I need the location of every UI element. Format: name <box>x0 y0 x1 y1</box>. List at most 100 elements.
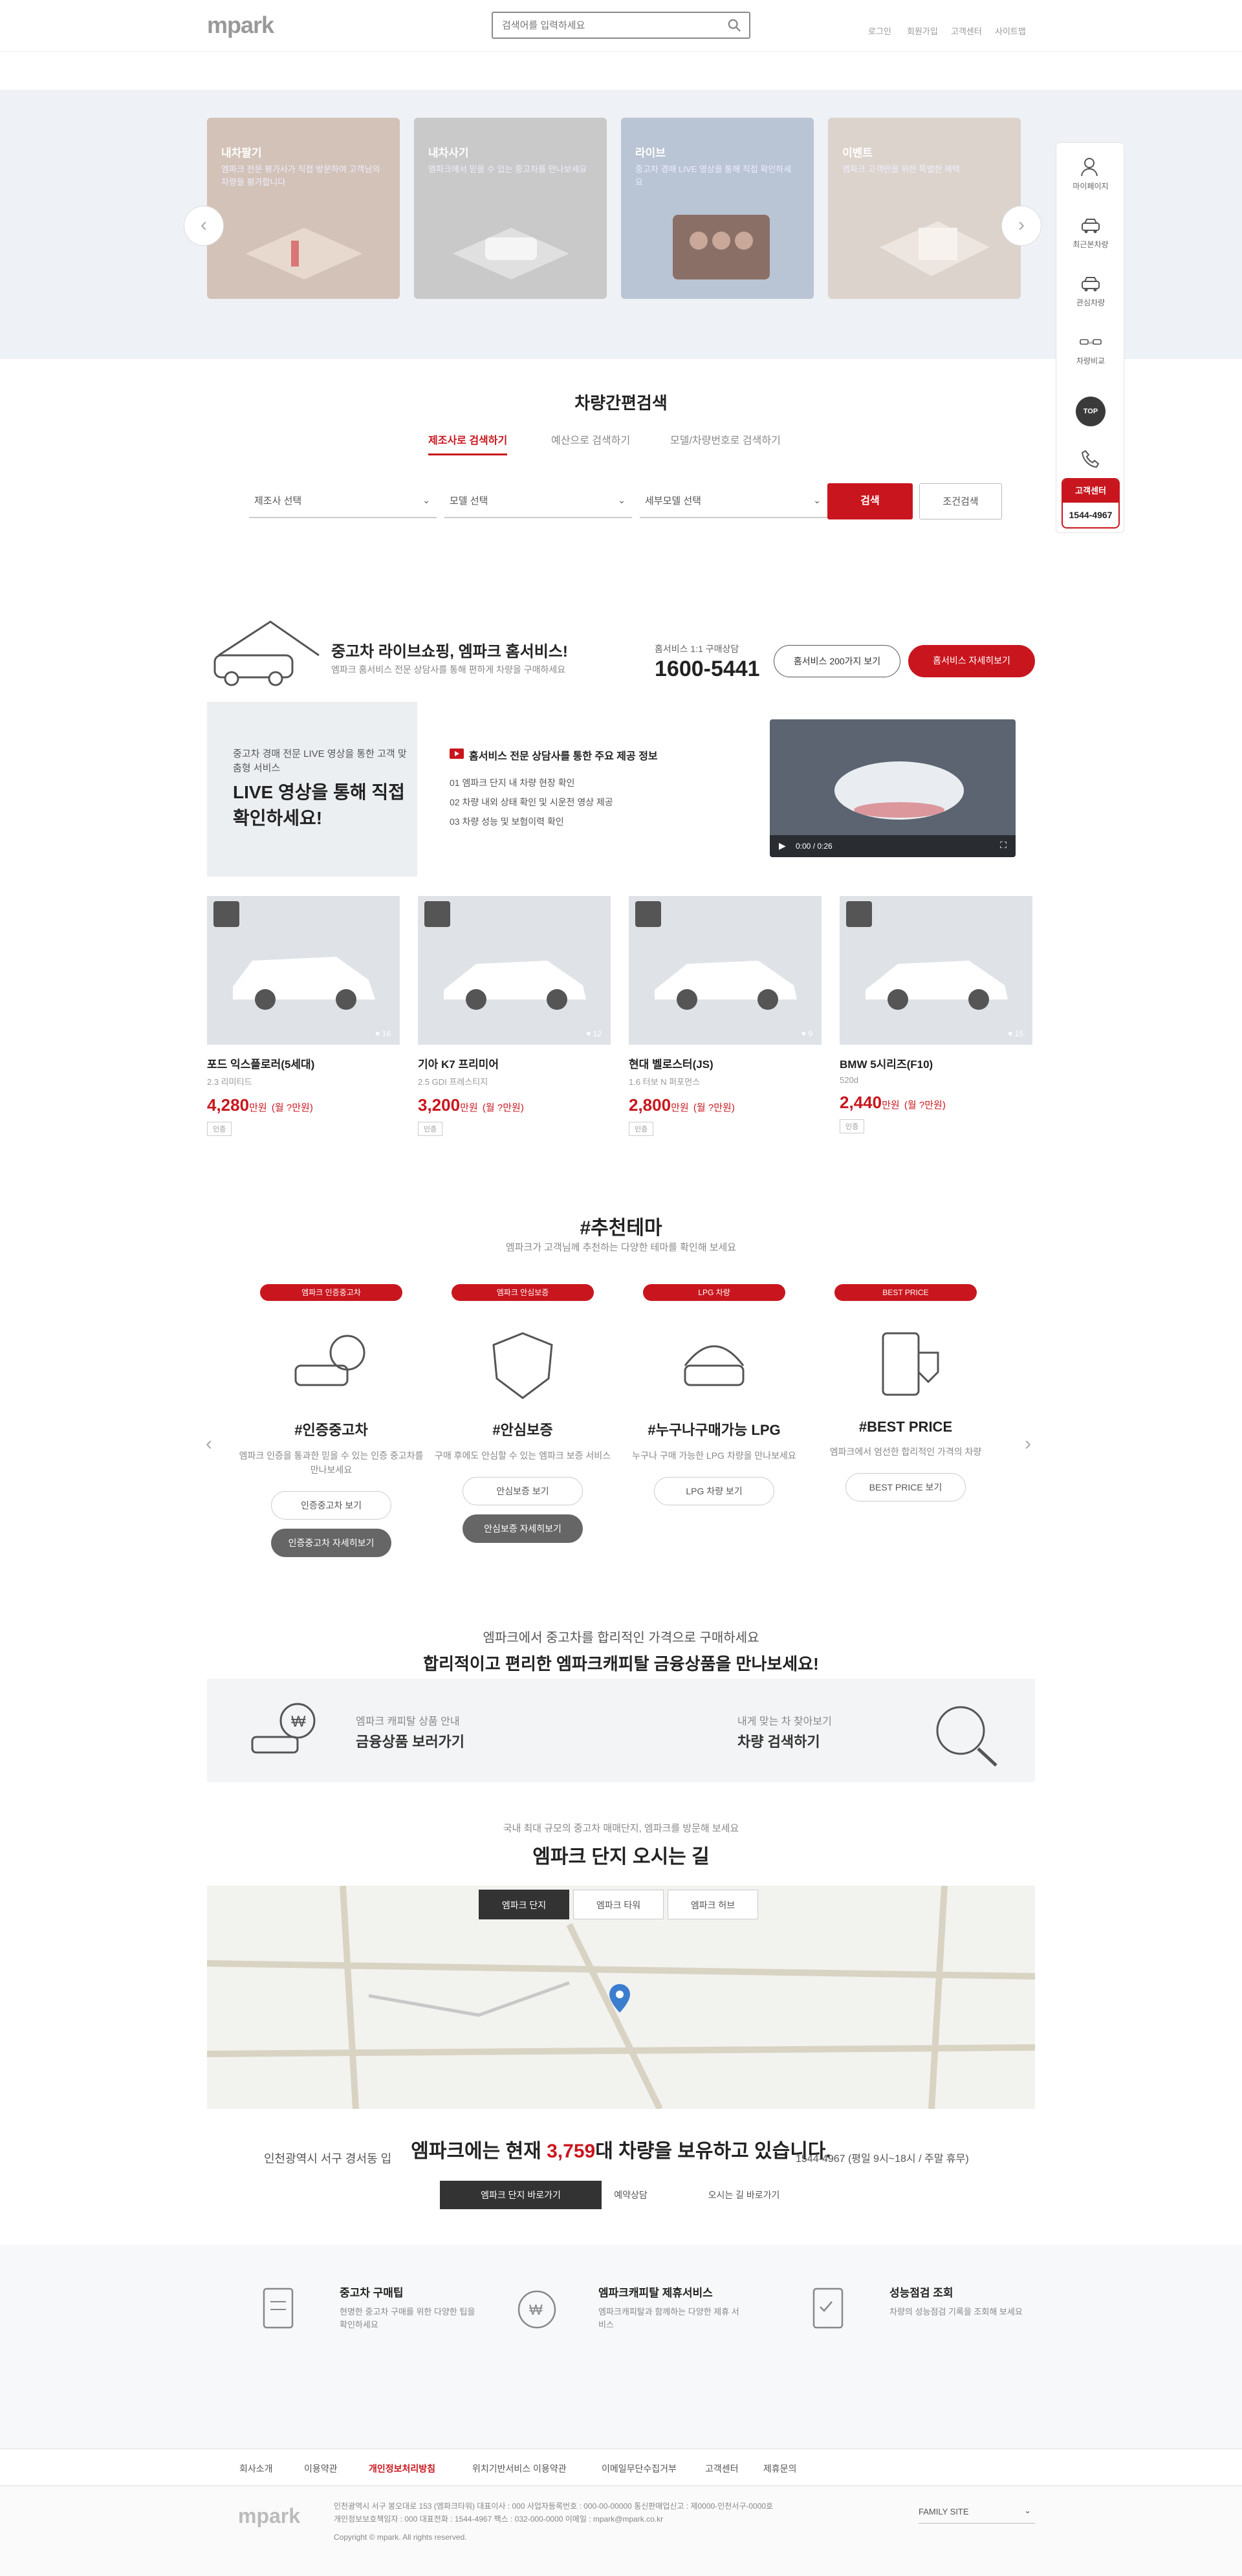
side-item-label: 관심차량 <box>1076 298 1106 307</box>
service-desc: 엠파크캐피탈과 함께하는 다양한 제휴 서비스 <box>598 2307 739 2330</box>
banner-illustration <box>880 221 990 276</box>
map-tab[interactable]: 엠파크 타워 <box>573 1890 664 1919</box>
tab-model-number[interactable]: 모델/차량번호로 검색하기 <box>670 431 781 453</box>
banner-card[interactable]: 이벤트 엠파크 고객만을 위한 특별한 혜택 <box>828 118 1021 299</box>
car-card[interactable]: ♥ 12 기아 K7 프리미어 2.5 GDI 프레스티지 3,200만원 (월… <box>418 896 611 1136</box>
util-cs[interactable]: 고객센터 <box>951 25 982 37</box>
footer-link[interactable]: 이메일무단수집거부 <box>602 2462 677 2475</box>
footer-link[interactable]: 이용약관 <box>304 2462 338 2475</box>
family-site-select[interactable]: FAMILY SITE ⌄ <box>919 2500 1035 2524</box>
util-login[interactable]: 로그인 <box>868 25 891 37</box>
home-service-tel: 1600-5441 <box>655 657 760 681</box>
like-count[interactable]: ♥ 9 <box>801 1029 812 1038</box>
play-icon[interactable]: ▶ <box>779 840 786 851</box>
banner-next-button[interactable]: › <box>1001 206 1041 246</box>
partner-icon: ₩ <box>518 2290 556 2329</box>
recommend-sub: 엠파크가 고객님께 추천하는 다양한 테마를 확인해 보세요 <box>505 1242 737 1253</box>
customer-center-box[interactable]: 고객센터 1544-4967 <box>1062 478 1120 529</box>
banner-card-sub: 엠파크 고객만을 위한 특별한 혜택 <box>842 164 960 174</box>
search-input[interactable] <box>493 13 706 38</box>
banner-card[interactable]: 라이브 중고차 경매 LIVE 영상을 통해 직접 확인하세요 <box>621 118 814 299</box>
home-service-detail-button[interactable]: 홈서비스 자세히보기 <box>908 645 1035 677</box>
like-count[interactable]: ♥ 15 <box>1008 1029 1023 1038</box>
recommend-prev-button[interactable]: ‹ <box>206 1433 212 1455</box>
map-tab[interactable]: 엠파크 허브 <box>668 1890 758 1919</box>
svg-text:₩: ₩ <box>291 1713 306 1730</box>
like-count[interactable]: ♥ 16 <box>375 1029 391 1038</box>
chevron-down-icon: ⌄ <box>422 495 430 505</box>
side-item-recent[interactable]: 최근본차량 <box>1056 215 1125 250</box>
banner-card[interactable]: 내차팔기 엠파크 전문 평가사가 직접 방문하여 고객님의 차량을 평가합니다 <box>207 118 400 299</box>
side-item-compare[interactable]: vs 차량비교 <box>1056 332 1125 366</box>
finance-right-small: 내게 맞는 차 찾아보기 <box>737 1716 832 1727</box>
document-icon <box>263 2287 294 2329</box>
car-card[interactable]: ♥ 16 포드 익스플로러(5세대) 2.3 리미티드 4,280만원 (월 ?… <box>207 896 400 1136</box>
footer-link[interactable]: 제휴문의 <box>763 2462 797 2475</box>
footer-logo: mpark <box>238 2504 301 2527</box>
submodel-select-value: 세부모델 선택 <box>645 496 701 507</box>
location-map[interactable]: 엠파크 단지 엠파크 타워 엠파크 허브 <box>207 1886 1035 2109</box>
search-button[interactable]: 검색 <box>827 483 913 519</box>
magnifier-car-icon <box>936 1706 997 1767</box>
banner-illustration <box>453 228 569 279</box>
address-label: 인천광역시 서구 경서동 입 <box>264 2152 392 2165</box>
directions-button[interactable]: 오시는 길 바로가기 <box>692 2181 796 2209</box>
car-card[interactable]: ♥ 15 BMW 5시리즈(F10) 520d 2,440만원 (월 ?만원) … <box>840 896 1032 1133</box>
banner-card[interactable]: 내차사기 엠파크에서 믿을 수 있는 중고차를 만나보세요 <box>414 118 607 299</box>
home-service-list-button[interactable]: 홈서비스 200가지 보기 <box>774 645 900 677</box>
fullscreen-icon[interactable]: ⛶ <box>1000 840 1007 851</box>
recommend-button[interactable]: LPG 차량 보기 <box>654 1477 774 1505</box>
search-icon[interactable] <box>727 18 741 32</box>
car-card[interactable]: ♥ 9 현대 벨로스터(JS) 1.6 터보 N 퍼포먼스 2,800만원 (월… <box>629 896 822 1136</box>
footer-copyright: Copyright © mpark. All rights reserved. <box>334 2533 467 2542</box>
recommend-button[interactable]: 안심보증 보기 <box>463 1477 583 1505</box>
recommend-button[interactable]: BEST PRICE 보기 <box>845 1473 966 1501</box>
map-tabs: 엠파크 단지 엠파크 타워 엠파크 허브 <box>479 1890 762 1919</box>
banner-card-title: 이벤트 <box>842 147 873 159</box>
like-count[interactable]: ♥ 12 <box>586 1029 602 1038</box>
reserve-button[interactable]: 예약상담 <box>589 2181 673 2209</box>
tab-maker[interactable]: 제조사로 검색하기 <box>428 431 508 455</box>
svg-text:vs: vs <box>1089 341 1094 345</box>
side-item-mypage[interactable]: 마이페이지 <box>1056 157 1125 191</box>
model-select[interactable]: 모델 선택 ⌄ <box>444 482 632 518</box>
finance-right-big[interactable]: 차량 검색하기 <box>737 1730 820 1751</box>
tab-budget[interactable]: 예산으로 검색하기 <box>551 431 630 453</box>
util-join[interactable]: 회원가입 <box>907 25 938 37</box>
map-tab[interactable]: 엠파크 단지 <box>479 1890 569 1919</box>
family-site-label: FAMILY SITE <box>919 2507 969 2516</box>
footer-link[interactable]: 회사소개 <box>239 2462 273 2475</box>
home-service-title: 중고차 라이브쇼핑, 엠파크 홈서비스! <box>331 643 568 660</box>
logo[interactable]: mpark <box>207 12 274 39</box>
footer-link[interactable]: 고객센터 <box>705 2462 739 2475</box>
banner-prev-button[interactable]: ‹ <box>184 206 224 246</box>
submodel-select[interactable]: 세부모델 선택 ⌄ <box>640 482 827 518</box>
recommend-button[interactable]: 인증중고차 보기 <box>271 1491 391 1520</box>
recommend-next-button[interactable]: › <box>1025 1433 1031 1455</box>
map-pin-icon[interactable] <box>608 1983 631 2014</box>
live-video-player[interactable]: ▶ 0:00 / 0:26 ⛶ <box>770 719 1016 857</box>
recommend-detail-button[interactable]: 인증중고차 자세히보기 <box>271 1529 391 1557</box>
certified-car-icon <box>294 1335 365 1386</box>
recommend-desc: 엠파크 인증을 통과한 믿을 수 있는 인증 중고차를 만나보세요 <box>239 1450 424 1475</box>
top-button[interactable]: TOP <box>1076 397 1106 426</box>
maker-select[interactable]: 제조사 선택 ⌄ <box>249 482 437 518</box>
util-sitemap[interactable]: 사이트맵 <box>995 25 1026 37</box>
side-item-favorite[interactable]: 관심차량 <box>1056 274 1125 308</box>
visit-button[interactable]: 엠파크 단지 바로가기 <box>440 2181 602 2209</box>
detail-search-button[interactable]: 조건검색 <box>919 483 1002 519</box>
service-desc: 차량의 성능점검 기록을 조회해 보세요 <box>889 2307 1023 2317</box>
recommend-name: #BEST PRICE <box>858 1419 953 1435</box>
car-tag: 인증 <box>629 1122 654 1136</box>
footer-link[interactable]: 위치기반서비스 이용약관 <box>472 2462 567 2475</box>
calculator-icon <box>882 1332 939 1396</box>
video-icon <box>450 748 464 759</box>
recommend-detail-button[interactable]: 안심보증 자세히보기 <box>463 1514 583 1543</box>
footer-link[interactable]: 개인정보처리방침 <box>369 2462 435 2475</box>
finance-left-big[interactable]: 금융상품 보러가기 <box>356 1730 464 1751</box>
car-price: 2,800만원 (월 ?만원) <box>629 1095 822 1115</box>
car-image: ♥ 9 <box>629 896 822 1045</box>
chevron-down-icon: ⌄ <box>618 495 626 505</box>
finance-line2: 합리적이고 편리한 엠파크캐피탈 금융상품을 만나보세요! <box>423 1654 819 1674</box>
car-price: 4,280만원 (월 ?만원) <box>207 1095 400 1115</box>
